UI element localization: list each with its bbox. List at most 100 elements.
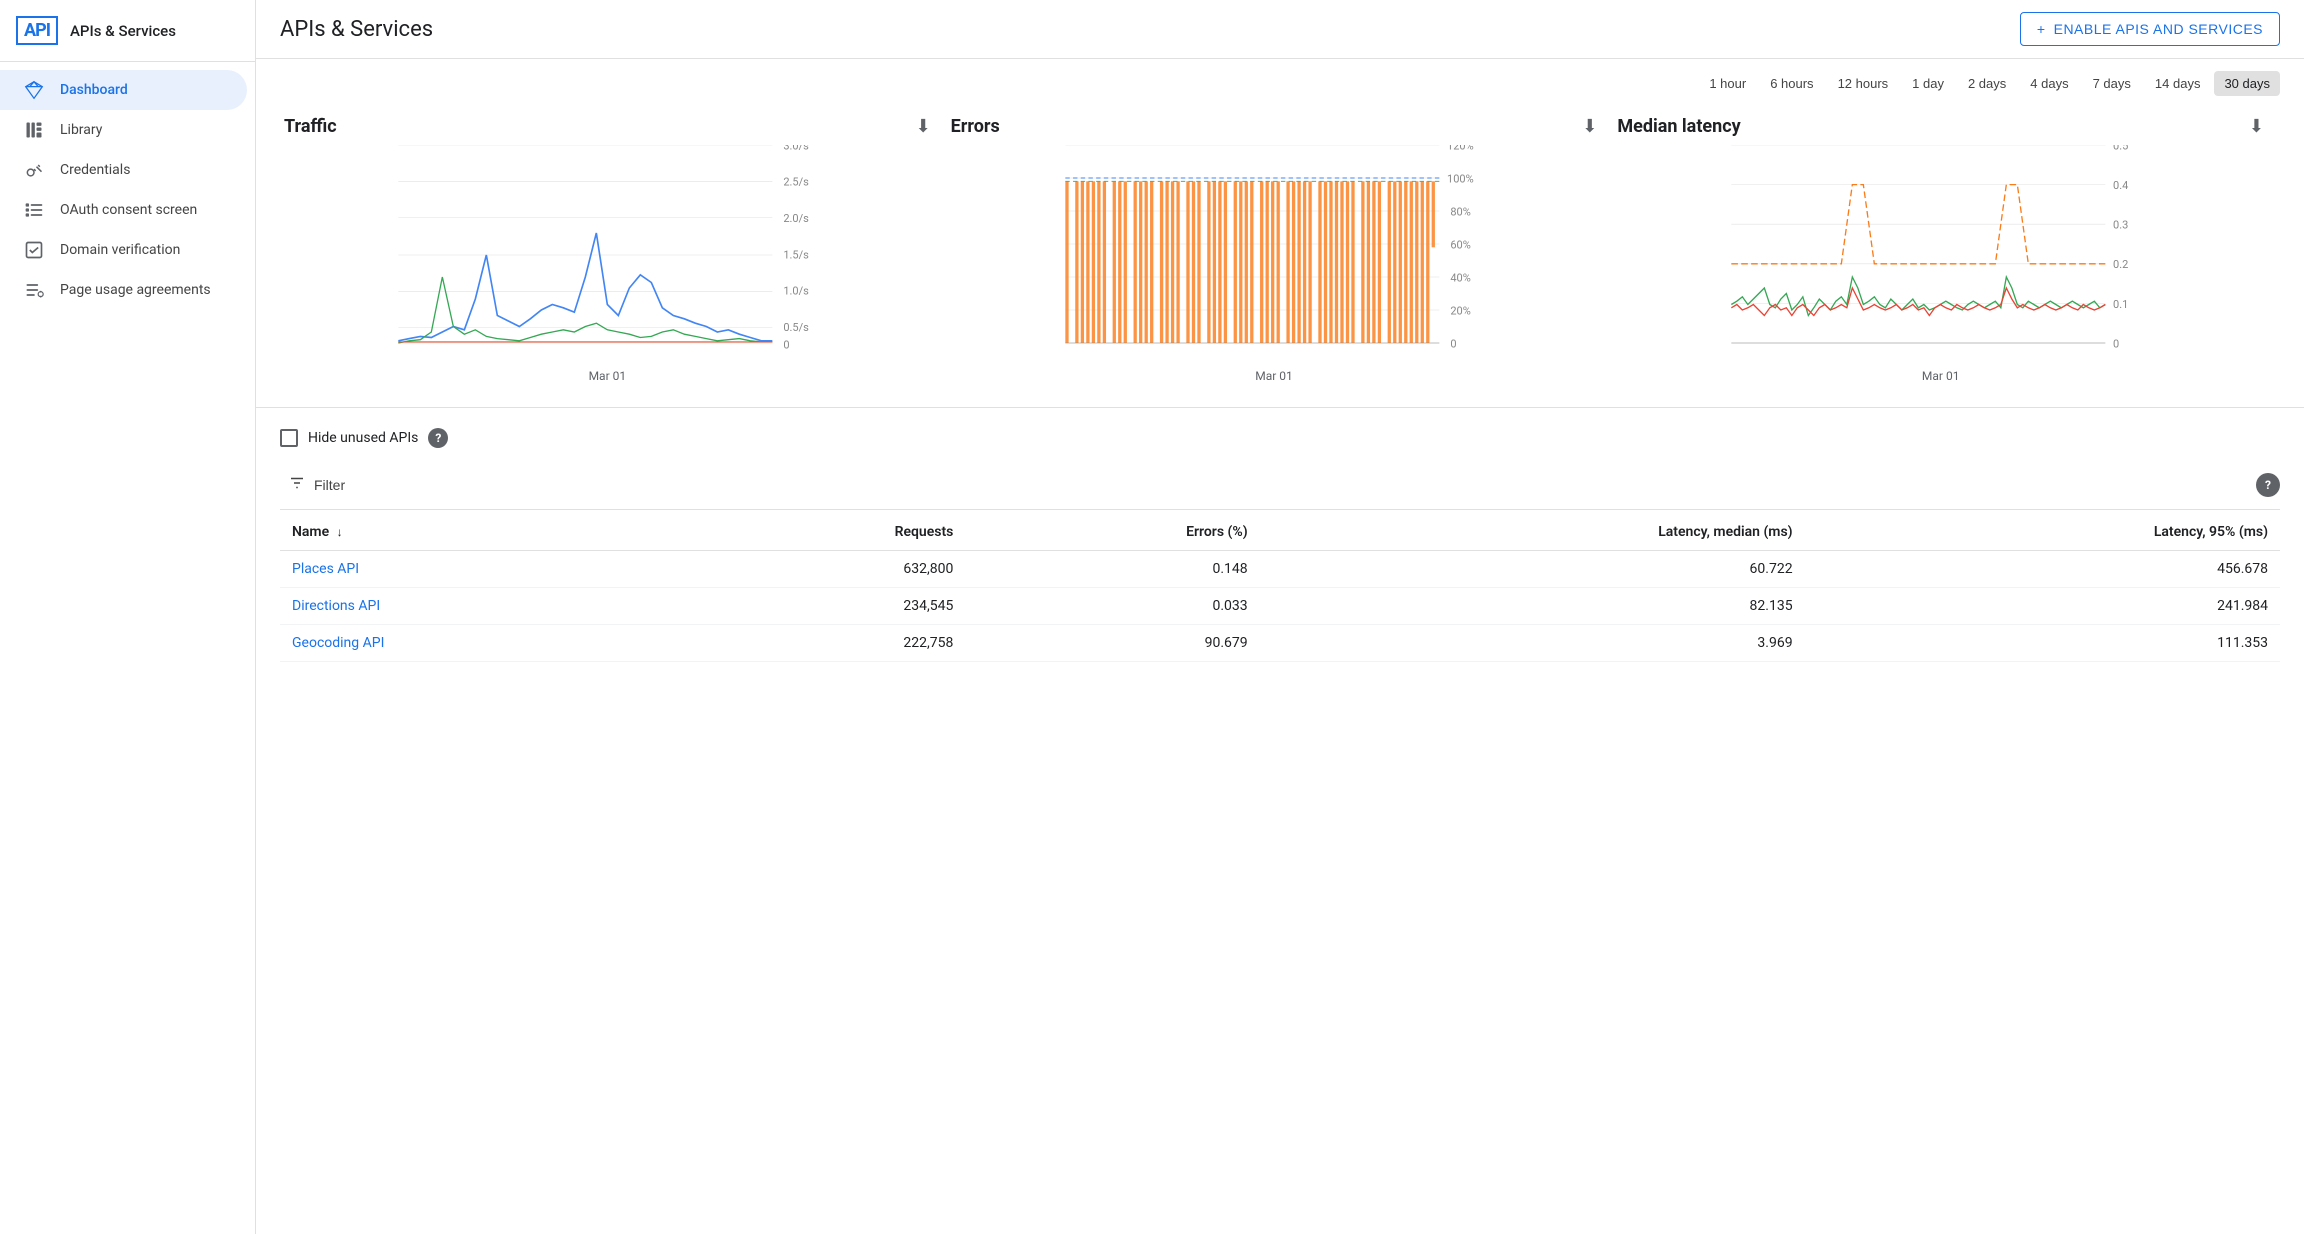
table-row: Directions API 234,545 0.033 82.135 241.…	[280, 588, 2280, 625]
svg-text:0.5: 0.5	[2113, 145, 2128, 152]
svg-text:0.5/s: 0.5/s	[783, 321, 809, 334]
row-directions-api-latency-median: 82.135	[1260, 588, 1805, 625]
latency-chart-svg: 0.5 0.4 0.3 0.2 0.1 0	[1617, 145, 2264, 365]
checkbox-icon	[24, 240, 44, 260]
time-btn-2d[interactable]: 2 days	[1958, 71, 2016, 96]
sidebar-item-label-page-usage: Page usage agreements	[60, 282, 211, 298]
traffic-chart-header: Traffic ⬇	[284, 116, 931, 137]
api-logo: API	[16, 16, 58, 45]
svg-text:2.5/s: 2.5/s	[783, 176, 809, 189]
time-btn-1d[interactable]: 1 day	[1902, 71, 1954, 96]
time-range-bar: 1 hour 6 hours 12 hours 1 day 2 days 4 d…	[256, 59, 2304, 100]
sidebar-item-label-credentials: Credentials	[60, 162, 130, 178]
table-help-icon[interactable]: ?	[2256, 473, 2280, 497]
svg-text:0.3: 0.3	[2113, 219, 2128, 232]
hide-unused-label: Hide unused APIs	[308, 430, 418, 446]
sidebar-item-page-usage[interactable]: Page usage agreements	[0, 270, 247, 310]
svg-text:0: 0	[783, 339, 789, 352]
svg-text:0.2: 0.2	[2113, 258, 2128, 271]
sidebar-item-library[interactable]: Library	[0, 110, 247, 150]
sidebar-nav: Dashboard Library Credentials OAuth cons…	[0, 62, 255, 318]
col-name[interactable]: Name ↓	[280, 514, 681, 551]
svg-text:80%: 80%	[1450, 205, 1470, 218]
sidebar-header-title: APIs & Services	[70, 22, 176, 40]
traffic-download-icon[interactable]: ⬇	[916, 116, 931, 137]
traffic-chart-container: 3.0/s 2.5/s 2.0/s 1.5/s 1.0/s 0.5/s 0	[284, 145, 931, 365]
charts-section: Traffic ⬇ 3.0/s 2.5/s 2.0/s 1	[256, 100, 2304, 408]
col-latency-median: Latency, median (ms)	[1260, 514, 1805, 551]
row-directions-api-name[interactable]: Directions API	[280, 588, 681, 625]
sidebar-header: API APIs & Services	[0, 0, 255, 62]
oauth-icon	[24, 200, 44, 220]
table-toolbar: Filter ?	[280, 460, 2280, 510]
row-geocoding-api-latency-median: 3.969	[1260, 625, 1805, 662]
row-directions-api-latency-95: 241.984	[1805, 588, 2280, 625]
row-places-api-errors: 0.148	[965, 551, 1259, 588]
traffic-chart-x-label: Mar 01	[284, 369, 931, 383]
row-geocoding-api-latency-95: 111.353	[1805, 625, 2280, 662]
latency-chart-header: Median latency ⬇	[1617, 116, 2264, 137]
traffic-chart-svg: 3.0/s 2.5/s 2.0/s 1.5/s 1.0/s 0.5/s 0	[284, 145, 931, 365]
unused-apis-section: Hide unused APIs ?	[256, 408, 2304, 460]
sidebar-item-label-oauth: OAuth consent screen	[60, 202, 197, 218]
plus-icon: +	[2037, 21, 2046, 37]
filter-button[interactable]: Filter	[280, 468, 353, 501]
svg-text:2.0/s: 2.0/s	[783, 212, 809, 225]
svg-text:20%: 20%	[1450, 304, 1470, 317]
sidebar: API APIs & Services Dashboard Library Cr…	[0, 0, 256, 1234]
col-latency-95: Latency, 95% (ms)	[1805, 514, 2280, 551]
latency-download-icon[interactable]: ⬇	[2249, 116, 2264, 137]
time-btn-4d[interactable]: 4 days	[2020, 71, 2078, 96]
errors-chart-card: Errors ⬇ 120% 100% 80% 60%	[947, 108, 1614, 391]
table-row: Geocoding API 222,758 90.679 3.969 111.3…	[280, 625, 2280, 662]
hide-unused-help-icon[interactable]: ?	[428, 428, 448, 448]
sidebar-item-label-library: Library	[60, 122, 102, 138]
row-directions-api-errors: 0.033	[965, 588, 1259, 625]
time-btn-7d[interactable]: 7 days	[2083, 71, 2141, 96]
svg-text:1.0/s: 1.0/s	[783, 285, 809, 298]
row-places-api-requests: 632,800	[681, 551, 966, 588]
sort-icon: ↓	[337, 525, 343, 539]
col-errors: Errors (%)	[965, 514, 1259, 551]
enable-apis-label: ENABLE APIS AND SERVICES	[2054, 21, 2263, 37]
sidebar-item-label-dashboard: Dashboard	[60, 82, 128, 98]
time-btn-6h[interactable]: 6 hours	[1760, 71, 1823, 96]
filter-label: Filter	[314, 477, 345, 493]
svg-text:0.1: 0.1	[2113, 298, 2128, 311]
sidebar-item-oauth[interactable]: OAuth consent screen	[0, 190, 247, 230]
time-btn-14d[interactable]: 14 days	[2145, 71, 2211, 96]
errors-chart-header: Errors ⬇	[951, 116, 1598, 137]
svg-text:0.4: 0.4	[2113, 179, 2128, 192]
errors-chart-title: Errors	[951, 116, 1000, 137]
svg-text:40%: 40%	[1450, 271, 1470, 284]
list-settings-icon	[24, 280, 44, 300]
row-directions-api-requests: 234,545	[681, 588, 966, 625]
errors-chart-x-label: Mar 01	[951, 369, 1598, 383]
svg-text:60%: 60%	[1450, 238, 1470, 251]
latency-chart-x-label: Mar 01	[1617, 369, 2264, 383]
key-icon	[24, 160, 44, 180]
hide-unused-checkbox[interactable]	[280, 429, 298, 447]
errors-download-icon[interactable]: ⬇	[1582, 116, 1597, 137]
sidebar-item-dashboard[interactable]: Dashboard	[0, 70, 247, 110]
table-row: Places API 632,800 0.148 60.722 456.678	[280, 551, 2280, 588]
latency-chart-title: Median latency	[1617, 116, 1740, 137]
svg-text:0: 0	[2113, 337, 2119, 350]
time-btn-30d[interactable]: 30 days	[2214, 71, 2280, 96]
row-geocoding-api-name[interactable]: Geocoding API	[280, 625, 681, 662]
apis-table: Name ↓ Requests Errors (%) Latency, medi…	[280, 514, 2280, 662]
time-btn-12h[interactable]: 12 hours	[1828, 71, 1899, 96]
sidebar-item-domain[interactable]: Domain verification	[0, 230, 247, 270]
row-places-api-latency-95: 456.678	[1805, 551, 2280, 588]
row-geocoding-api-requests: 222,758	[681, 625, 966, 662]
time-btn-1h[interactable]: 1 hour	[1699, 71, 1756, 96]
svg-text:120%: 120%	[1447, 145, 1474, 152]
svg-text:0: 0	[1450, 337, 1456, 350]
row-places-api-name[interactable]: Places API	[280, 551, 681, 588]
svg-text:100%: 100%	[1447, 172, 1474, 185]
enable-apis-button[interactable]: + ENABLE APIS AND SERVICES	[2020, 12, 2280, 46]
filter-icon	[288, 474, 306, 495]
sidebar-item-credentials[interactable]: Credentials	[0, 150, 247, 190]
errors-chart-container: 120% 100% 80% 60% 40% 20% 0	[951, 145, 1598, 365]
row-places-api-latency-median: 60.722	[1260, 551, 1805, 588]
